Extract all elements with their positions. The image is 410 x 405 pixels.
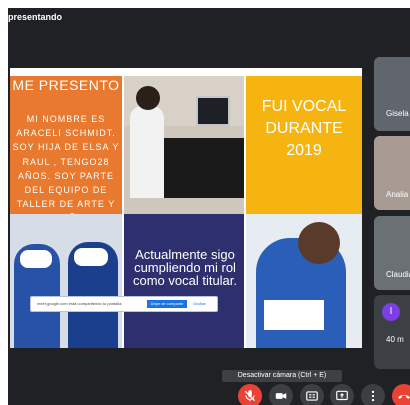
captions-button[interactable] bbox=[300, 384, 324, 405]
camera-button[interactable] bbox=[269, 384, 293, 405]
photo-hair bbox=[136, 86, 160, 110]
photo-writer-head bbox=[298, 222, 340, 264]
intro-body: MI NOMBRE ES ARACELI SCHMIDT. SOY HIJA D… bbox=[12, 114, 120, 214]
participant-tile[interactable]: Claudia bbox=[374, 216, 410, 290]
vocal-text: FUI VOCAL DURANTE 2019 bbox=[261, 98, 347, 159]
screen-share-toast: meet.google.com está compartiendo tu pan… bbox=[30, 296, 218, 312]
present-icon bbox=[335, 389, 349, 403]
end-call-button[interactable] bbox=[392, 384, 410, 405]
captions-icon bbox=[305, 389, 319, 403]
more-options-button[interactable] bbox=[361, 384, 385, 405]
photo-mask-1 bbox=[20, 250, 52, 268]
shared-slide: ME PRESENTO MI NOMBRE ES ARACELI SCHMIDT… bbox=[10, 68, 362, 348]
presenting-label: presentando bbox=[8, 12, 63, 22]
participant-avatar: I bbox=[382, 303, 400, 321]
mic-off-icon bbox=[243, 389, 257, 403]
mic-button[interactable] bbox=[238, 384, 262, 405]
photo-person bbox=[130, 106, 164, 198]
participant-count: 40 m bbox=[386, 335, 404, 344]
intro-title: ME PRESENTO bbox=[10, 76, 122, 94]
photo-paper bbox=[264, 300, 324, 330]
stop-sharing-button[interactable]: Dejar de compartir bbox=[147, 300, 187, 308]
hide-toast-button[interactable]: Ocultar bbox=[193, 300, 206, 308]
vocal-panel: FUI VOCAL DURANTE 2019 bbox=[246, 76, 362, 214]
end-call-icon bbox=[397, 389, 410, 403]
participant-overflow-tile[interactable]: I 40 m bbox=[374, 295, 410, 369]
photo-monitor bbox=[196, 96, 230, 126]
participant-name: Gisela M bbox=[386, 109, 410, 118]
camera-tooltip: Desactivar cámara (Ctrl + E) bbox=[222, 370, 342, 382]
photo-students bbox=[10, 214, 122, 348]
meet-window: presentando ME PRESENTO MI NOMBRE ES ARA… bbox=[8, 8, 410, 405]
photo-desk bbox=[154, 138, 244, 198]
participant-name: Analia Lo bbox=[386, 190, 410, 199]
participant-tile[interactable]: Gisela M bbox=[374, 57, 410, 131]
participant-tile[interactable]: Analia Lo bbox=[374, 136, 410, 210]
photo-computer bbox=[124, 76, 244, 214]
present-button[interactable] bbox=[330, 384, 354, 405]
photo-mask-2 bbox=[74, 248, 108, 266]
participant-name: Claudia bbox=[386, 270, 410, 279]
more-vert-icon bbox=[366, 389, 380, 403]
camera-icon bbox=[274, 389, 288, 403]
participant-video bbox=[374, 57, 410, 131]
current-role-text: Actualmente sigo cumpliendo mi rol como … bbox=[132, 247, 238, 288]
intro-panel: ME PRESENTO MI NOMBRE ES ARACELI SCHMIDT… bbox=[10, 76, 122, 214]
presenter-bar: presentando bbox=[8, 8, 410, 26]
current-role-panel: Actualmente sigo cumpliendo mi rol como … bbox=[124, 214, 244, 348]
toast-message: meet.google.com está compartiendo tu pan… bbox=[37, 301, 123, 306]
photo-writing bbox=[246, 214, 362, 348]
